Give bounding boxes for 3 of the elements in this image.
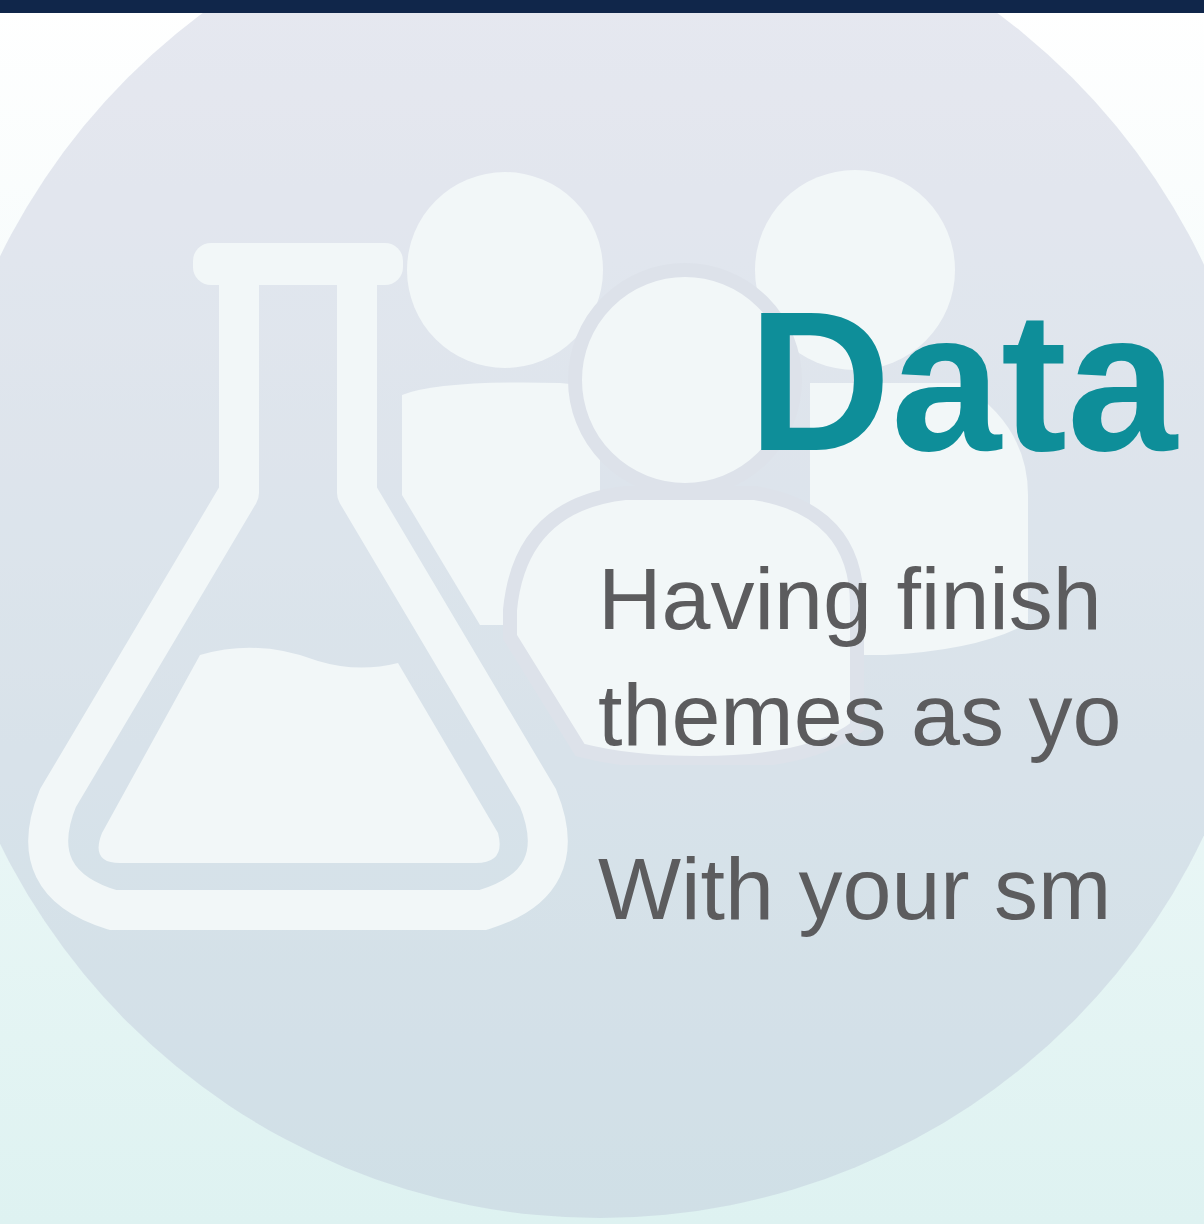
body-paragraph: With your sm xyxy=(598,838,1113,940)
body-paragraph: Having finish themes as yo xyxy=(598,548,1123,766)
page-heading: Data xyxy=(748,283,1180,481)
